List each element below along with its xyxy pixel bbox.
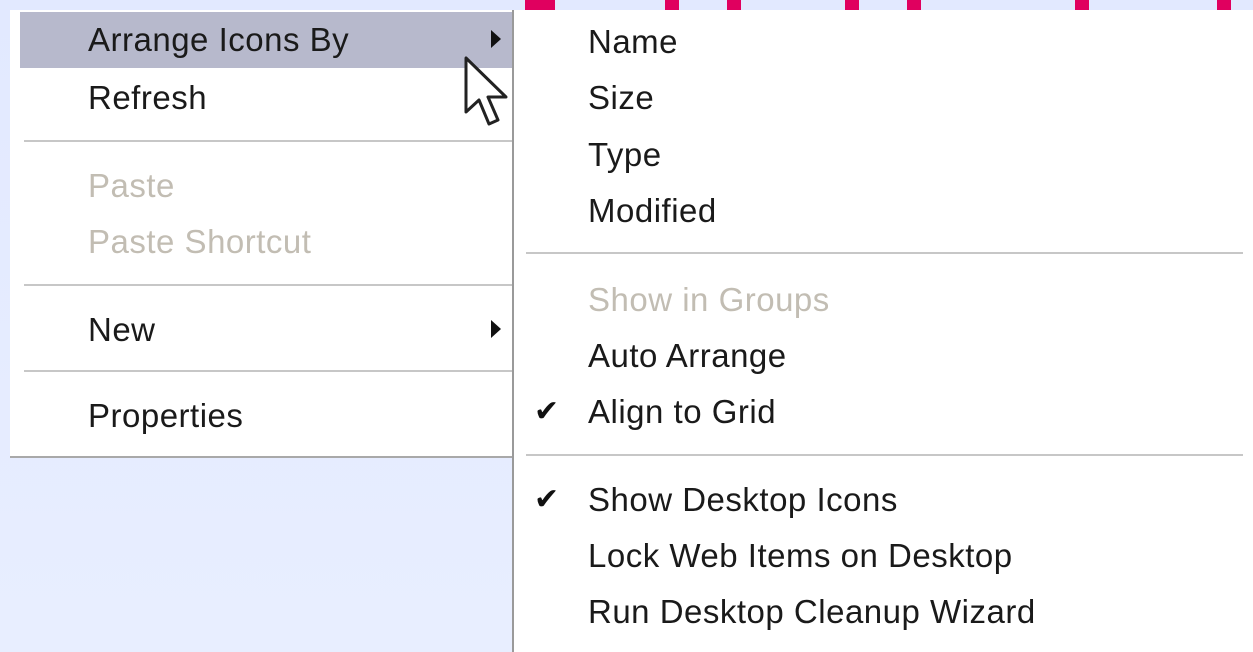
- submenu-separator: [526, 252, 1243, 256]
- submenu-item-label: Modified: [588, 192, 717, 229]
- menu-item-label: Properties: [88, 397, 244, 434]
- submenu-item-size[interactable]: Size: [514, 70, 1253, 126]
- desktop-context-menu: Arrange Icons By Refresh Paste Paste Sho…: [10, 10, 515, 458]
- submenu-item-label: Type: [588, 136, 662, 173]
- menu-item-properties[interactable]: Properties: [10, 388, 515, 444]
- menu-item-new[interactable]: New: [10, 302, 515, 358]
- submenu-item-label: Lock Web Items on Desktop: [588, 537, 1013, 574]
- menu-item-label: New: [88, 311, 156, 348]
- submenu-item-label: Auto Arrange: [588, 337, 787, 374]
- menu-bottom-border: [10, 456, 515, 458]
- submenu-item-label: Run Desktop Cleanup Wizard: [588, 593, 1036, 630]
- menu-separator: [24, 370, 515, 374]
- submenu-item-align-to-grid[interactable]: ✔ Align to Grid: [514, 384, 1253, 440]
- submenu-item-lock-web-items[interactable]: Lock Web Items on Desktop: [514, 528, 1253, 584]
- menu-item-label: Paste: [88, 167, 175, 204]
- submenu-item-label: Align to Grid: [588, 393, 777, 430]
- menu-item-label: Refresh: [88, 79, 208, 116]
- submenu-item-label: Name: [588, 23, 679, 60]
- submenu-item-show-in-groups: Show in Groups: [514, 272, 1253, 328]
- submenu-item-label: Show Desktop Icons: [588, 481, 898, 518]
- submenu-arrow-icon: [491, 320, 501, 338]
- submenu-item-name[interactable]: Name: [514, 14, 1253, 70]
- submenu-separator: [526, 454, 1243, 458]
- menu-item-paste-shortcut: Paste Shortcut: [10, 214, 515, 270]
- submenu-item-label: Size: [588, 79, 655, 116]
- menu-item-arrange-icons-by[interactable]: Arrange Icons By: [20, 12, 515, 68]
- submenu-item-modified[interactable]: Modified: [514, 183, 1253, 239]
- menu-item-refresh[interactable]: Refresh: [10, 70, 515, 126]
- menu-item-paste: Paste: [10, 158, 515, 214]
- selection-rectangle-marks: [515, 0, 1253, 10]
- submenu-item-label: Show in Groups: [588, 281, 830, 318]
- arrange-icons-submenu: Name Size Type Modified Show in Groups A…: [512, 10, 1253, 652]
- checkmark-icon: ✔: [534, 483, 560, 516]
- mouse-cursor-icon: [464, 56, 508, 126]
- menu-separator: [24, 284, 515, 288]
- menu-item-label: Arrange Icons By: [88, 21, 350, 58]
- menu-item-label: Paste Shortcut: [88, 223, 312, 260]
- submenu-item-show-desktop-icons[interactable]: ✔ Show Desktop Icons: [514, 472, 1253, 528]
- checkmark-icon: ✔: [534, 395, 560, 428]
- menu-separator: [24, 140, 515, 144]
- submenu-item-auto-arrange[interactable]: Auto Arrange: [514, 328, 1253, 384]
- submenu-item-type[interactable]: Type: [514, 127, 1253, 183]
- submenu-arrow-icon: [491, 30, 501, 48]
- submenu-item-desktop-cleanup-wizard[interactable]: Run Desktop Cleanup Wizard: [514, 584, 1253, 640]
